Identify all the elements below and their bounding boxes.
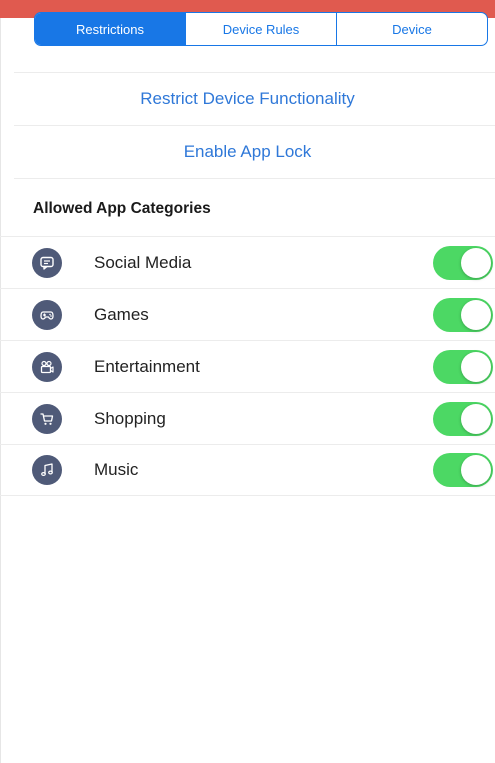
shopping-cart-icon [32, 403, 62, 434]
entertainment-toggle[interactable] [433, 349, 493, 384]
video-camera-icon [32, 351, 62, 382]
toggle-knob [461, 247, 491, 278]
category-label: Shopping [94, 408, 166, 428]
list-item: Games [0, 288, 495, 340]
app-lock-row[interactable]: Enable App Lock [0, 126, 495, 178]
section-title: Allowed App Categories [33, 200, 211, 217]
chat-icon [32, 247, 62, 278]
tab-segmented-control: Restrictions Device Rules Device [34, 12, 488, 46]
list-item: Entertainment [0, 340, 495, 392]
restrict-device-link[interactable]: Restrict Device Functionality [140, 89, 354, 109]
category-label: Entertainment [94, 356, 200, 376]
tab-restrictions[interactable]: Restrictions [35, 13, 185, 45]
toggle-knob [461, 299, 491, 330]
shopping-toggle[interactable] [433, 401, 493, 436]
list-item: Shopping [0, 392, 495, 444]
games-toggle[interactable] [433, 297, 493, 332]
music-note-icon [32, 455, 62, 485]
list-item: Music [0, 444, 495, 496]
music-toggle[interactable] [433, 453, 493, 487]
enable-app-lock-link[interactable]: Enable App Lock [184, 142, 312, 162]
tab-device-rules[interactable]: Device Rules [185, 13, 336, 45]
toggle-knob [461, 403, 491, 434]
category-label: Social Media [94, 252, 192, 272]
gamepad-icon [32, 299, 62, 330]
toggle-knob [461, 455, 491, 485]
toggle-knob [461, 351, 491, 382]
tab-device[interactable]: Device [336, 13, 487, 45]
category-label: Games [94, 304, 149, 324]
social-media-toggle[interactable] [433, 245, 493, 280]
category-label: Music [94, 460, 139, 479]
category-list: Social Media Games Entertainment Shoppin… [0, 236, 495, 496]
restrict-row[interactable]: Restrict Device Functionality [0, 73, 495, 125]
list-item: Social Media [0, 236, 495, 288]
divider [14, 178, 495, 179]
